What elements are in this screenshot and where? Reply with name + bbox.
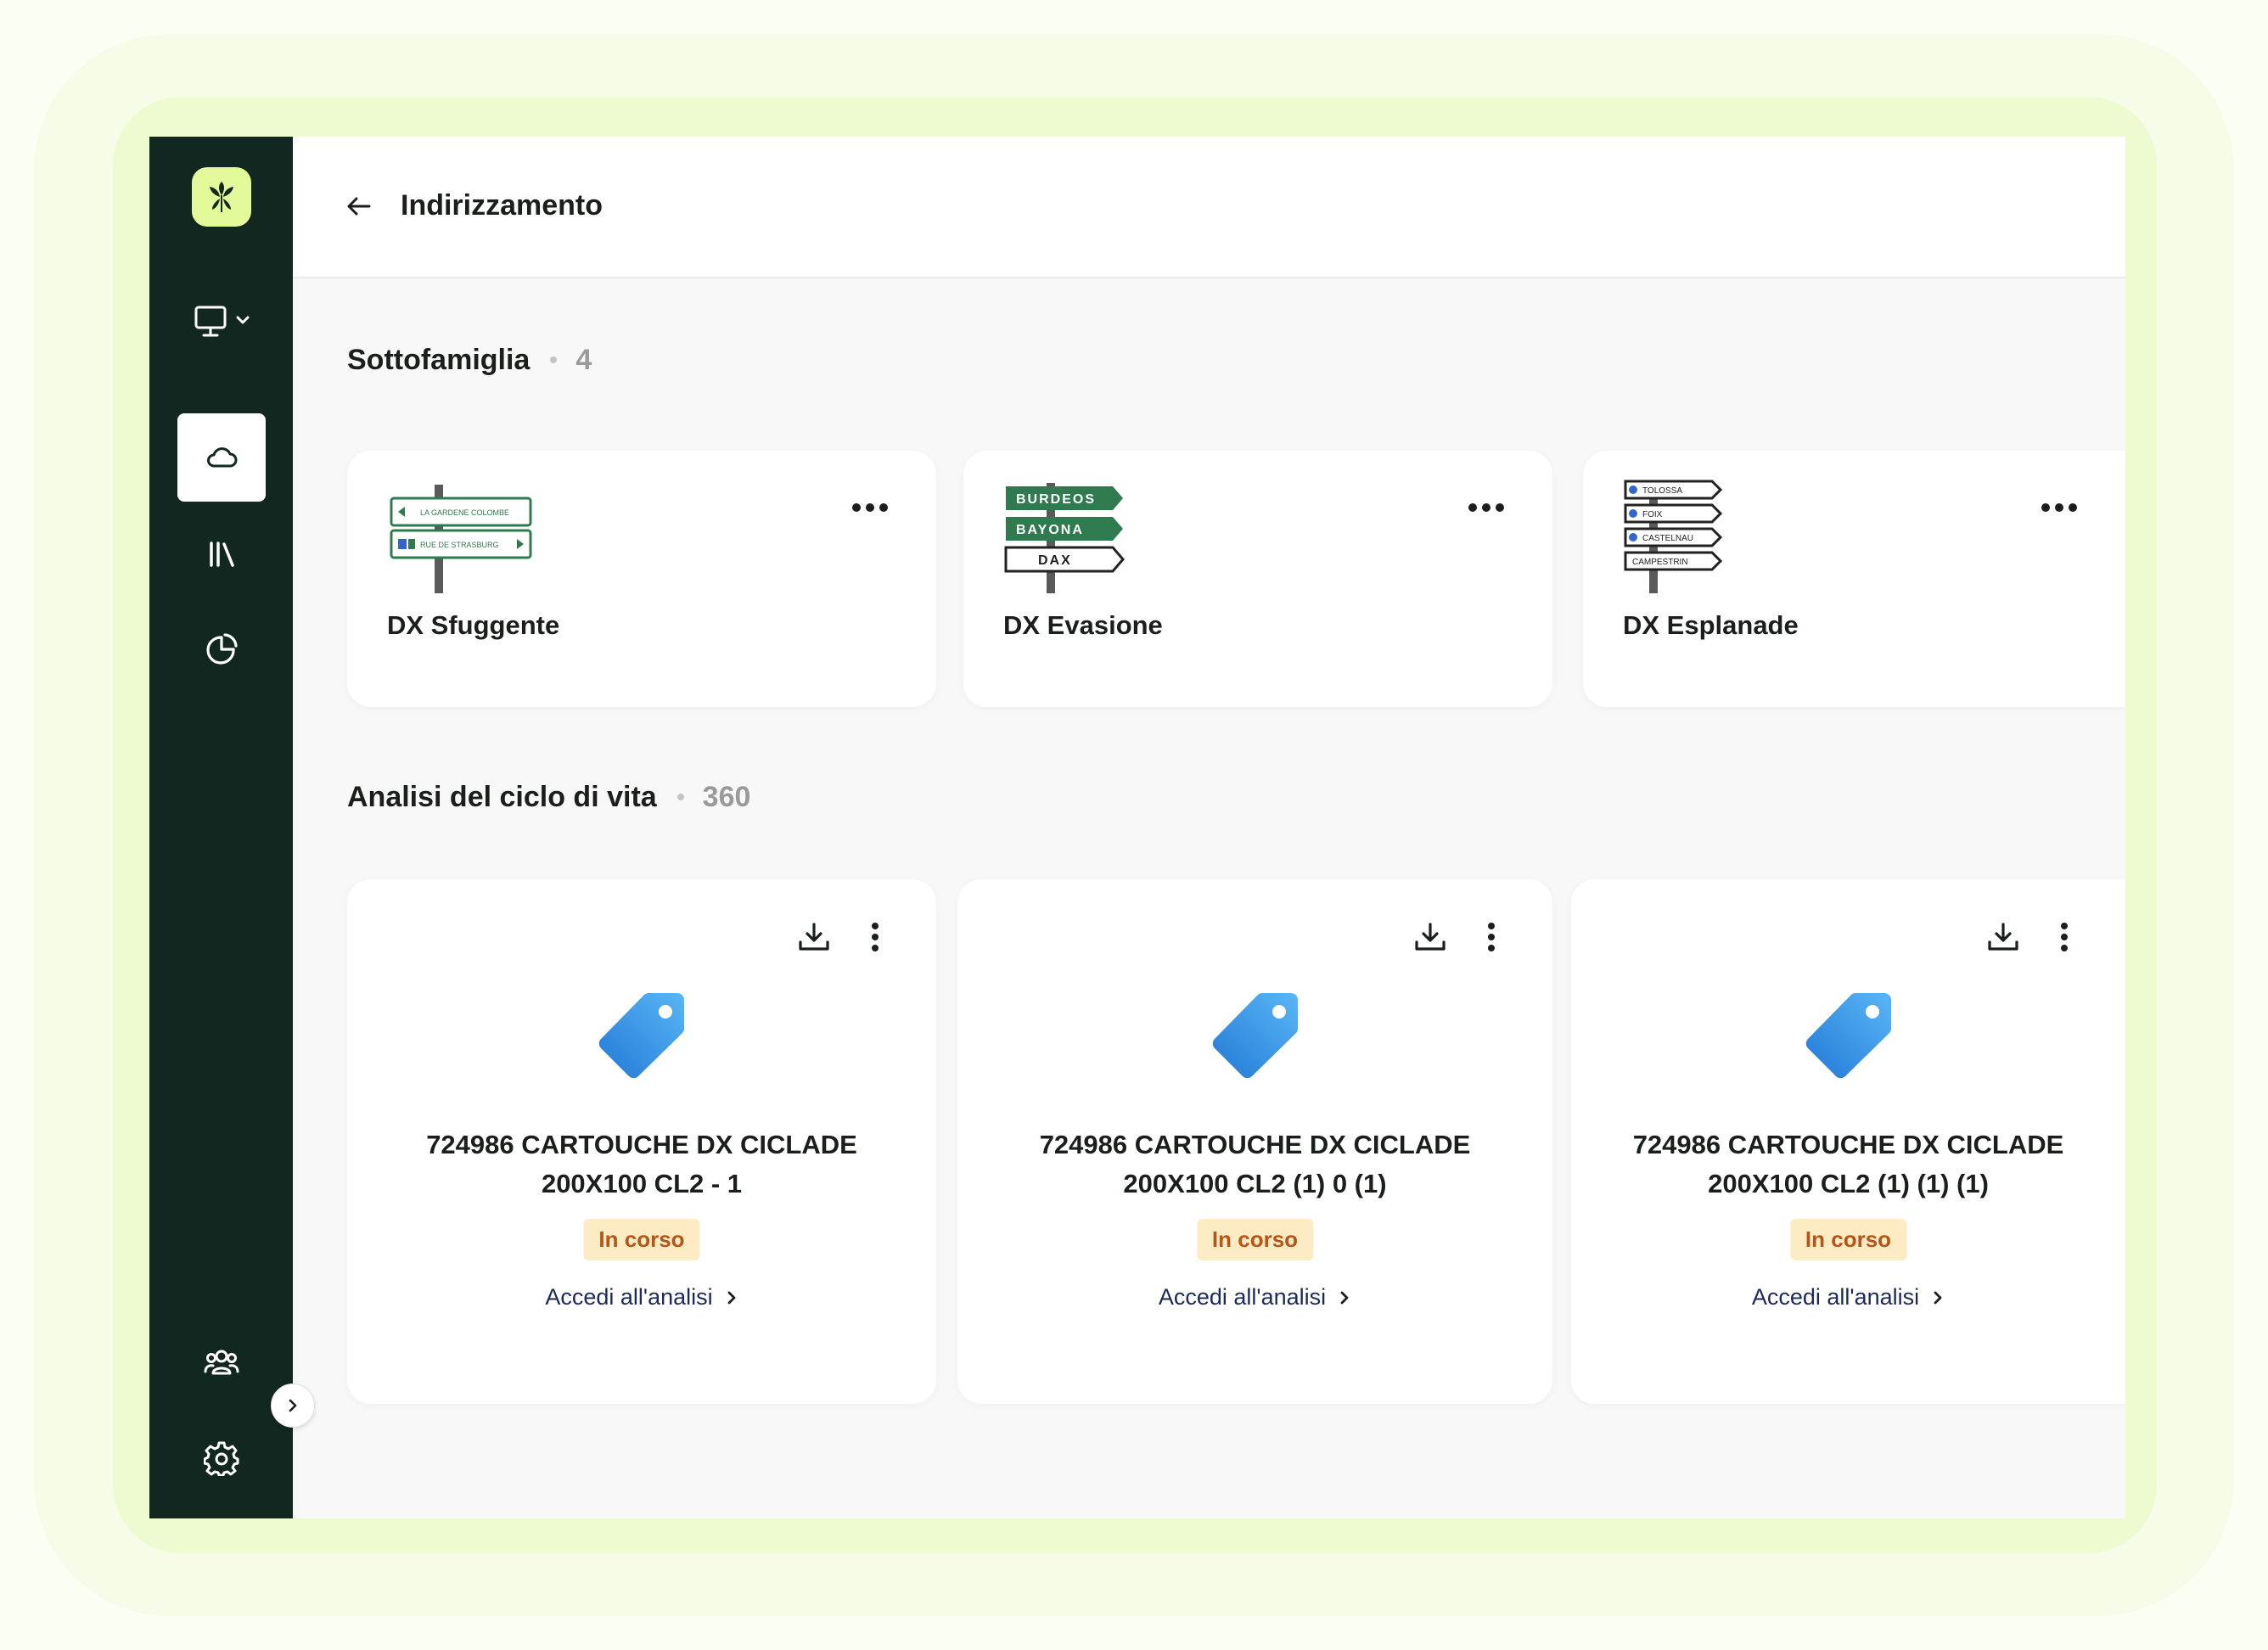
chevron-right-icon: [1340, 1291, 1349, 1304]
subfamily-name: DX Sfuggente: [387, 610, 560, 640]
subfamily-name: DX Esplanade: [1623, 610, 1799, 640]
open-analysis-label: Accedi all'analisi: [1751, 1284, 1920, 1310]
more-horizontal-icon: [2041, 503, 2077, 512]
lca-card[interactable]: 724986 CARTOUCHE DX CICLADE 200X100 CL2 …: [1571, 879, 2125, 1404]
sign-line: BAYONA: [1016, 523, 1084, 537]
more-options-button[interactable]: [1464, 495, 1508, 520]
open-analysis-link[interactable]: Accedi all'analisi: [347, 1284, 936, 1310]
lca-title: 724986 CARTOUCHE DX CICLADE 200X100 CL2 …: [373, 1125, 911, 1204]
sidebar-item-monitor[interactable]: [190, 289, 256, 356]
lca-label: Analisi del ciclo di vita: [347, 781, 657, 813]
more-horizontal-icon: [852, 503, 888, 512]
open-analysis-label: Accedi all'analisi: [545, 1284, 713, 1310]
road-sign-thumbnail: BURDEOS BAYONA DAX: [1004, 483, 1125, 593]
back-button[interactable]: [340, 188, 378, 225]
sidebar-expand-button[interactable]: [271, 1383, 315, 1428]
leaf-logo-icon: [210, 182, 233, 212]
subfamily-card[interactable]: BURDEOS BAYONA DAX DX Evasione: [963, 451, 1552, 707]
lca-title-line: 200X100 CL2 (1) (1) (1): [1708, 1169, 1989, 1198]
page-header: Indirizzamento: [293, 137, 2125, 278]
library-icon: [210, 542, 234, 567]
lca-title-line: 724986 CARTOUCHE DX CICLADE: [1632, 1130, 2064, 1159]
lca-title: 724986 CARTOUCHE DX CICLADE 200X100 CL2 …: [1597, 1125, 2100, 1204]
more-horizontal-icon: [1468, 503, 1504, 512]
road-sign-thumbnail: LA GARDENE COLOMBE RUE DE STRASBURG: [390, 485, 532, 593]
download-icon: [1415, 923, 1446, 951]
road-sign-thumbnail: TOLOSSA FOIX CASTELNAU CAMPESTRIN: [1624, 480, 1723, 593]
sign-line: DAX: [1038, 553, 1072, 568]
separator-dot: [676, 794, 684, 800]
page-title: Indirizzamento: [401, 189, 603, 222]
sign-line: LA GARDENE COLOMBE: [420, 508, 509, 517]
sign-line: CASTELNAU: [1642, 534, 1693, 543]
sidebar-item-reports[interactable]: [177, 605, 266, 693]
pie-chart-icon: [206, 633, 238, 665]
sidebar-item-library[interactable]: [177, 510, 266, 598]
more-vertical-icon: [2061, 923, 2068, 951]
status-badge: In corso: [583, 1219, 700, 1260]
arrow-left-icon: [347, 197, 371, 216]
chevron-right-icon: [289, 1399, 297, 1412]
chevron-right-icon: [1934, 1291, 1942, 1304]
subfamily-label: Sottofamiglia: [347, 344, 531, 376]
sidebar: [149, 137, 293, 1518]
sidebar-item-settings[interactable]: [177, 1414, 266, 1502]
subfamily-heading: Sottofamiglia 4: [347, 340, 592, 380]
sign-line: FOIX: [1642, 510, 1663, 519]
sidebar-item-users[interactable]: [177, 1318, 266, 1406]
separator-dot: [550, 356, 558, 363]
more-vertical-icon: [872, 923, 879, 951]
download-icon: [799, 923, 829, 951]
monitor-icon: [194, 306, 250, 337]
users-icon: [204, 1350, 239, 1375]
sidebar-item-cloud[interactable]: [177, 413, 266, 502]
lca-title-line: 724986 CARTOUCHE DX CICLADE: [1039, 1130, 1471, 1159]
gear-icon: [204, 1441, 239, 1476]
app-window: Indirizzamento Sottofamiglia 4 LA GARDEN…: [149, 137, 2125, 1518]
lca-heading: Analisi del ciclo di vita 360: [347, 777, 750, 817]
tag-icon: [1805, 993, 1891, 1079]
lca-count: 360: [702, 781, 751, 813]
lca-card[interactable]: 724986 CARTOUCHE DX CICLADE 200X100 CL2 …: [347, 879, 936, 1404]
status-badge: In corso: [1789, 1219, 1907, 1260]
sign-line: TOLOSSA: [1642, 486, 1682, 496]
open-analysis-link[interactable]: Accedi all'analisi: [957, 1284, 1552, 1310]
subfamily-name: DX Evasione: [1003, 610, 1163, 640]
lca-title: 724986 CARTOUCHE DX CICLADE 200X100 CL2 …: [983, 1125, 1527, 1204]
sign-line: CAMPESTRIN: [1632, 558, 1688, 567]
more-vertical-icon: [1488, 923, 1495, 951]
download-button[interactable]: [1412, 918, 1449, 956]
download-button[interactable]: [1984, 918, 2022, 956]
lca-title-line: 200X100 CL2 (1) 0 (1): [1123, 1169, 1387, 1198]
status-badge: In corso: [1196, 1219, 1314, 1260]
tag-icon: [598, 993, 684, 1079]
more-options-button[interactable]: [2037, 495, 2081, 520]
app-logo[interactable]: [192, 167, 251, 227]
open-analysis-link[interactable]: Accedi all'analisi: [1571, 1284, 2125, 1310]
lca-title-line: 200X100 CL2 - 1: [541, 1169, 743, 1198]
chevron-right-icon: [727, 1291, 736, 1304]
more-options-button[interactable]: [848, 495, 892, 520]
download-button[interactable]: [795, 918, 833, 956]
lca-card[interactable]: 724986 CARTOUCHE DX CICLADE 200X100 CL2 …: [957, 879, 1552, 1404]
more-options-button[interactable]: [856, 918, 894, 956]
more-options-button[interactable]: [1473, 918, 1510, 956]
tag-icon: [1212, 993, 1298, 1079]
cloud-icon: [207, 447, 238, 468]
lca-title-line: 724986 CARTOUCHE DX CICLADE: [426, 1130, 857, 1159]
subfamily-count: 4: [575, 344, 592, 376]
sign-line: RUE DE STRASBURG: [420, 541, 499, 549]
download-icon: [1988, 923, 2018, 951]
sign-line: BURDEOS: [1016, 492, 1096, 507]
more-options-button[interactable]: [2046, 918, 2083, 956]
open-analysis-label: Accedi all'analisi: [1158, 1284, 1327, 1310]
subfamily-card[interactable]: LA GARDENE COLOMBE RUE DE STRASBURG DX S…: [347, 451, 936, 707]
subfamily-card[interactable]: TOLOSSA FOIX CASTELNAU CAMPESTRIN DX Esp…: [1583, 451, 2125, 707]
